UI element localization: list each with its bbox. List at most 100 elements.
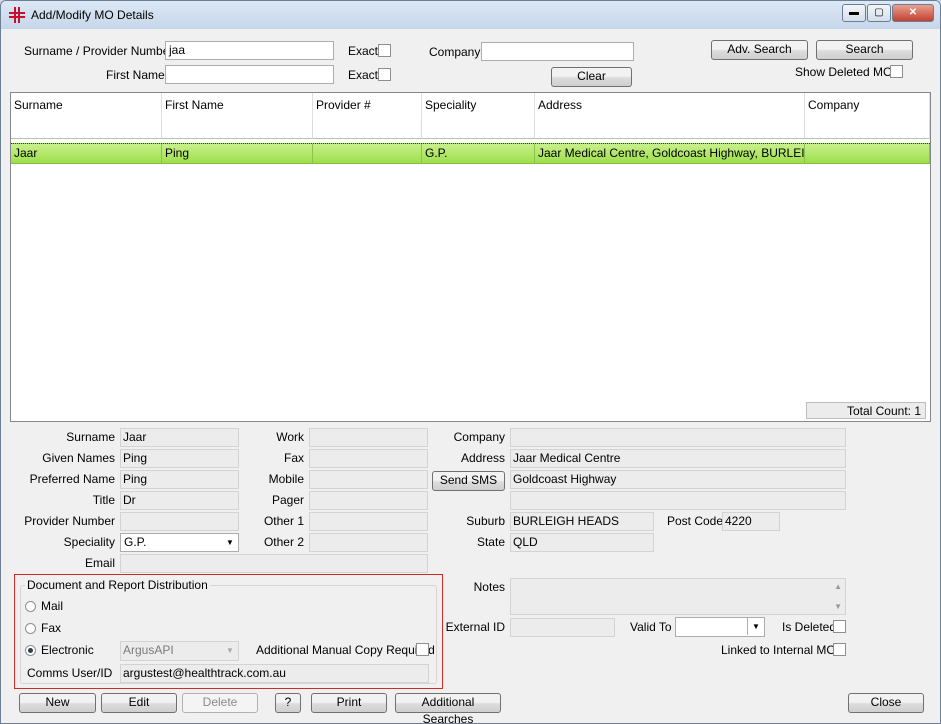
company-search-label: Company <box>429 45 481 59</box>
surname-search-label: Surname / Provider Number <box>24 44 174 58</box>
help-button[interactable]: ? <box>275 693 301 713</box>
surname-label: Surname <box>66 430 115 444</box>
minimize-button[interactable]: ▬ <box>842 4 866 22</box>
clear-button[interactable]: Clear <box>551 67 632 87</box>
close-button[interactable]: Close <box>848 693 924 713</box>
fax-field[interactable] <box>309 449 428 468</box>
column-header-company[interactable]: Company <box>805 93 930 118</box>
firstname-search-input[interactable] <box>165 65 334 84</box>
filter-speciality[interactable] <box>422 118 535 139</box>
company-field[interactable] <box>510 428 846 447</box>
suburb-label: Suburb <box>466 514 505 528</box>
cell-first-name: Ping <box>162 144 313 163</box>
cell-surname: Jaar <box>11 144 162 163</box>
search-button[interactable]: Search <box>816 40 913 60</box>
show-deleted-label: Show Deleted MOs <box>795 65 899 79</box>
scroll-up-icon[interactable]: ▲ <box>834 580 842 593</box>
electronic-label: Electronic <box>41 643 94 657</box>
title-field[interactable]: Dr <box>120 491 239 510</box>
exact-label-2: Exact <box>348 68 379 82</box>
scroll-down-icon[interactable]: ▼ <box>834 600 842 613</box>
app-cross-icon <box>9 7 25 23</box>
dialog-window: Add/Modify MO Details ▬ ▢ ✕ Surname / Pr… <box>0 0 941 724</box>
state-label: State <box>476 535 505 549</box>
manual-copy-label: Additional Manual Copy Required <box>256 643 435 657</box>
state-field[interactable]: QLD <box>510 533 654 552</box>
address-line2-field[interactable]: Goldcoast Highway <box>510 470 846 489</box>
manual-copy-checkbox[interactable] <box>416 643 429 656</box>
adv-search-button[interactable]: Adv. Search <box>711 40 808 60</box>
maximize-button[interactable]: ▢ <box>867 4 891 22</box>
given-names-field[interactable]: Ping <box>120 449 239 468</box>
chevron-down-icon: ▼ <box>226 646 234 655</box>
additional-searches-button[interactable]: Additional Searches <box>395 693 501 723</box>
speciality-dropdown[interactable]: G.P. ▼ <box>120 533 239 552</box>
edit-button[interactable]: Edit <box>101 693 177 713</box>
firstname-search-label: First Name <box>106 68 165 82</box>
preferred-name-field[interactable]: Ping <box>120 470 239 489</box>
given-names-label: Given Names <box>42 451 115 465</box>
column-header-address[interactable]: Address <box>535 93 805 118</box>
close-window-button[interactable]: ✕ <box>892 4 934 22</box>
cell-speciality: G.P. <box>422 144 535 163</box>
filter-company[interactable] <box>805 118 930 139</box>
pager-field[interactable] <box>309 491 428 510</box>
title-bar: Add/Modify MO Details ▬ ▢ ✕ <box>1 1 940 29</box>
mobile-field[interactable] <box>309 470 428 489</box>
filter-address[interactable] <box>535 118 805 139</box>
electronic-radio[interactable] <box>25 645 36 656</box>
chevron-down-icon: ▼ <box>747 618 764 635</box>
send-sms-button[interactable]: Send SMS <box>432 471 505 491</box>
column-header-surname[interactable]: Surname <box>11 93 162 118</box>
fax-label: Fax <box>283 451 304 465</box>
print-button[interactable]: Print <box>311 693 387 713</box>
filter-surname[interactable] <box>11 118 162 139</box>
delete-button[interactable]: Delete <box>182 693 258 713</box>
filter-provider[interactable] <box>313 118 422 139</box>
linked-checkbox[interactable] <box>833 643 846 656</box>
speciality-value: G.P. <box>124 535 147 549</box>
show-deleted-checkbox[interactable] <box>890 65 903 78</box>
email-label: Email <box>84 556 115 570</box>
column-header-speciality[interactable]: Speciality <box>422 93 535 118</box>
other1-field[interactable] <box>309 512 428 531</box>
mail-label: Mail <box>41 599 64 613</box>
address-line3-field[interactable] <box>510 491 846 510</box>
cell-company <box>805 144 930 163</box>
mobile-label: Mobile <box>268 472 304 486</box>
email-field[interactable] <box>120 554 428 573</box>
column-header-first-name[interactable]: First Name <box>162 93 313 118</box>
is-deleted-checkbox[interactable] <box>833 620 846 633</box>
provider-number-label: Provider Number <box>24 514 115 528</box>
address-line1-field[interactable]: Jaar Medical Centre <box>510 449 846 468</box>
company-search-input[interactable] <box>481 42 634 61</box>
pager-label: Pager <box>271 493 304 507</box>
provider-number-field[interactable] <box>120 512 239 531</box>
notes-field[interactable]: ▲ ▼ <box>510 578 846 615</box>
column-header-provider[interactable]: Provider # <box>313 93 422 118</box>
table-row[interactable]: Jaar Ping G.P. Jaar Medical Centre, Gold… <box>11 143 930 164</box>
distribution-legend: Document and Report Distribution <box>25 578 210 592</box>
preferred-name-label: Preferred Name <box>29 472 115 486</box>
other2-field[interactable] <box>309 533 428 552</box>
comms-field[interactable]: argustest@healthtrack.com.au <box>120 664 429 683</box>
valid-to-datepicker[interactable]: ▼ <box>675 617 765 637</box>
comms-label: Comms User/ID <box>27 666 113 680</box>
postcode-label: Post Code <box>667 514 724 528</box>
external-id-field[interactable] <box>510 618 615 637</box>
mail-radio[interactable] <box>25 601 36 612</box>
cell-address: Jaar Medical Centre, Goldcoast Highway, … <box>535 144 805 163</box>
fax-radio[interactable] <box>25 623 36 634</box>
suburb-field[interactable]: BURLEIGH HEADS <box>510 512 654 531</box>
work-field[interactable] <box>309 428 428 447</box>
new-button[interactable]: New <box>19 693 96 713</box>
filter-first-name[interactable] <box>162 118 313 139</box>
postcode-field[interactable]: 4220 <box>722 512 780 531</box>
electronic-type-value: ArgusAPI <box>123 643 174 657</box>
results-grid: Surname First Name Provider # Speciality… <box>10 92 931 422</box>
electronic-type-dropdown[interactable]: ArgusAPI ▼ <box>120 641 239 661</box>
exact-checkbox-1[interactable] <box>378 44 391 57</box>
exact-checkbox-2[interactable] <box>378 68 391 81</box>
surname-field[interactable]: Jaar <box>120 428 239 447</box>
surname-search-input[interactable]: jaa <box>165 41 334 60</box>
